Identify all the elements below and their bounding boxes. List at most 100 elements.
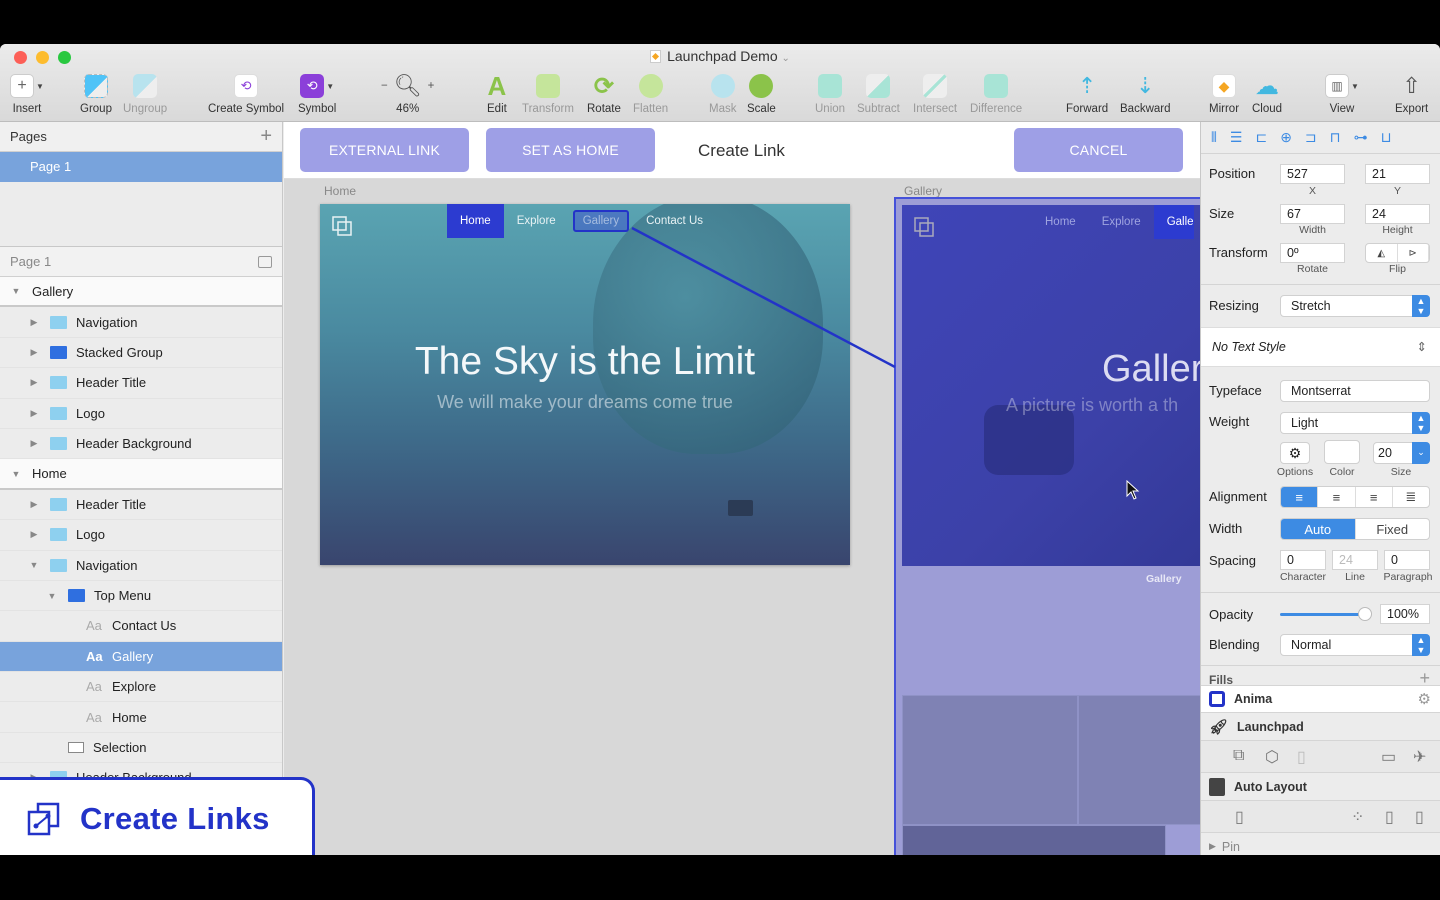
position-x-input[interactable]: 527 (1280, 164, 1345, 184)
disclosure-closed-icon[interactable]: ▶ (28, 377, 40, 388)
layer-item[interactable]: Aa Contact Us (0, 611, 282, 642)
intersect-button[interactable]: Intersect (913, 72, 957, 115)
nav-gallery[interactable]: Galle (1153, 205, 1194, 239)
panel-icon[interactable]: ▯ (1297, 747, 1306, 767)
zoom-control[interactable]: − 🔍︎ +46% (381, 72, 434, 115)
layer-item[interactable]: ▶ Stacked Group (0, 338, 282, 369)
forward-button[interactable]: ⇡ Forward (1066, 72, 1108, 115)
text-options-button[interactable]: ⚙ (1280, 442, 1310, 464)
flip-vertical-icon[interactable]: ⊳ (1398, 244, 1429, 262)
zoom-out-icon[interactable]: − (381, 80, 388, 92)
nav-explore[interactable]: Explore (504, 204, 569, 238)
layer-item[interactable]: ▶ Navigation (0, 307, 282, 338)
weight-select[interactable]: Light ▲ ▼ (1280, 412, 1430, 434)
stack-icon[interactable]: ▯ (1235, 807, 1244, 827)
rotate-input[interactable]: 0º (1280, 243, 1345, 263)
gear-icon[interactable]: ⚙ (1418, 690, 1431, 708)
artboard-home[interactable]: Home Explore Gallery Contact Us The Sky … (320, 204, 850, 565)
cube-icon[interactable]: ⬡ (1265, 747, 1279, 767)
window-title[interactable]: Launchpad Demo ⌄ (0, 48, 1440, 64)
align-right-icon[interactable]: ⊐ (1305, 129, 1317, 146)
distribute-vertical-icon[interactable]: ☰ (1230, 129, 1243, 146)
zoom-in-icon[interactable]: + (428, 80, 435, 92)
layer-artboard-gallery[interactable]: ▼ Gallery (0, 277, 282, 308)
transform-button[interactable]: Transform (522, 72, 574, 115)
layer-item[interactable]: ▶ Header Title (0, 490, 282, 521)
phone-landscape-icon[interactable]: ▯ (1385, 807, 1394, 827)
auto-layout-plugin-header[interactable]: Auto Layout (1201, 773, 1440, 801)
group-button[interactable]: Group (80, 72, 112, 115)
external-link-button[interactable]: EXTERNAL LINK (300, 128, 469, 172)
layer-item[interactable]: ▶ Header Background (0, 429, 282, 460)
mask-button[interactable]: Mask (709, 72, 736, 115)
difference-button[interactable]: Difference (970, 72, 1022, 115)
nav-contact[interactable]: Contact Us (633, 204, 716, 238)
grid-icon[interactable]: ⁘ (1351, 807, 1364, 827)
collapse-icon[interactable] (258, 255, 272, 268)
union-button[interactable]: Union (815, 72, 845, 115)
layer-item[interactable]: ▼ Navigation (0, 551, 282, 581)
rotate-button[interactable]: ⟳ Rotate (587, 72, 621, 116)
mirror-button[interactable]: ◆ Mirror (1209, 72, 1239, 115)
height-input[interactable]: 24 (1365, 204, 1430, 224)
nav-home[interactable]: Home (1032, 205, 1089, 239)
text-align-right-icon[interactable]: ≡ (1356, 487, 1393, 507)
layer-artboard-home[interactable]: ▼ Home (0, 459, 282, 490)
font-size-input[interactable]: 20 ⌄ (1373, 442, 1430, 464)
add-page-icon[interactable]: + (260, 125, 272, 148)
ungroup-button[interactable]: Ungroup (123, 72, 167, 115)
position-y-input[interactable]: 21 (1365, 164, 1430, 184)
page-item[interactable]: Page 1 (0, 152, 282, 182)
rocket-outline-icon[interactable]: ✈ (1413, 747, 1426, 767)
disclosure-closed-icon[interactable]: ▶ (28, 438, 40, 449)
set-as-home-button[interactable]: SET AS HOME (486, 128, 655, 172)
edit-button[interactable]: A Edit (487, 71, 507, 116)
view-button[interactable]: ▥ ▼ View (1325, 72, 1359, 115)
cloud-button[interactable]: ☁ Cloud (1252, 72, 1282, 116)
browser-window-icon[interactable]: ▭ (1381, 747, 1396, 767)
create-symbol-button[interactable]: ⟲ Create Symbol (208, 72, 284, 115)
align-top-icon[interactable]: ⊓ (1330, 129, 1341, 146)
scale-button[interactable]: Scale (747, 72, 776, 115)
disclosure-open-icon[interactable]: ▼ (46, 591, 58, 601)
text-style-select[interactable]: No Text Style ⇕ (1201, 327, 1440, 367)
nav-home[interactable]: Home (447, 204, 504, 238)
character-spacing-input[interactable]: 0 (1280, 550, 1326, 570)
align-left-icon[interactable]: ⊏ (1255, 129, 1267, 146)
disclosure-open-icon[interactable]: ▼ (28, 560, 40, 570)
text-color-well[interactable] (1324, 440, 1360, 464)
typeface-input[interactable]: Montserrat (1280, 380, 1430, 402)
artboard-label-gallery[interactable]: Gallery (904, 184, 942, 198)
disclosure-closed-icon[interactable]: ▶ (28, 408, 40, 419)
canvas[interactable]: EXTERNAL LINK SET AS HOME Create Link CA… (284, 122, 1200, 855)
layer-item[interactable]: ▼ Top Menu (0, 581, 282, 612)
align-center-icon[interactable]: ⊕ (1280, 129, 1292, 146)
cancel-button[interactable]: CANCEL (1014, 128, 1183, 172)
flip-horizontal-icon[interactable]: ◭ (1366, 244, 1398, 262)
opacity-slider-handle[interactable] (1358, 607, 1372, 621)
layer-item[interactable]: Aa Home (0, 702, 282, 733)
artboard-label-home[interactable]: Home (324, 184, 356, 198)
layer-item[interactable]: ▶ Logo (0, 520, 282, 551)
launchpad-plugin-header[interactable]: 🚀︎ Launchpad (1201, 713, 1440, 741)
layer-item[interactable]: ▶ Header Title (0, 368, 282, 399)
anima-plugin-header[interactable]: Anima ⚙ (1201, 685, 1440, 713)
disclosure-closed-icon[interactable]: ▶ (28, 347, 40, 358)
text-align-left-icon[interactable]: ≡ (1281, 487, 1319, 507)
layer-item-selected[interactable]: Aa Gallery (0, 641, 282, 673)
disclosure-open-icon[interactable]: ▼ (10, 286, 22, 296)
width-fixed-button[interactable]: Fixed (1356, 519, 1430, 539)
flatten-button[interactable]: Flatten (633, 69, 668, 115)
opacity-slider-track[interactable] (1280, 613, 1366, 616)
insert-button[interactable]: + ▼ Insert (10, 72, 44, 115)
pin-section[interactable]: ▶ Pin (1201, 833, 1440, 855)
width-auto-button[interactable]: Auto (1281, 519, 1356, 539)
opacity-input[interactable]: 100% (1380, 604, 1430, 624)
disclosure-closed-icon[interactable]: ▶ (1209, 841, 1216, 852)
export-button[interactable]: ⇧ Export (1395, 72, 1428, 115)
create-link-icon[interactable]: ⧉ (1233, 747, 1244, 765)
text-align-center-icon[interactable]: ≡ (1318, 487, 1356, 507)
text-align-justify-icon[interactable]: ≣ (1393, 487, 1429, 507)
artboard-gallery-link-target[interactable]: Home Explore Galle Galler A picture is w… (894, 197, 1200, 855)
distribute-horizontal-icon[interactable]: ⫴ (1211, 129, 1217, 146)
